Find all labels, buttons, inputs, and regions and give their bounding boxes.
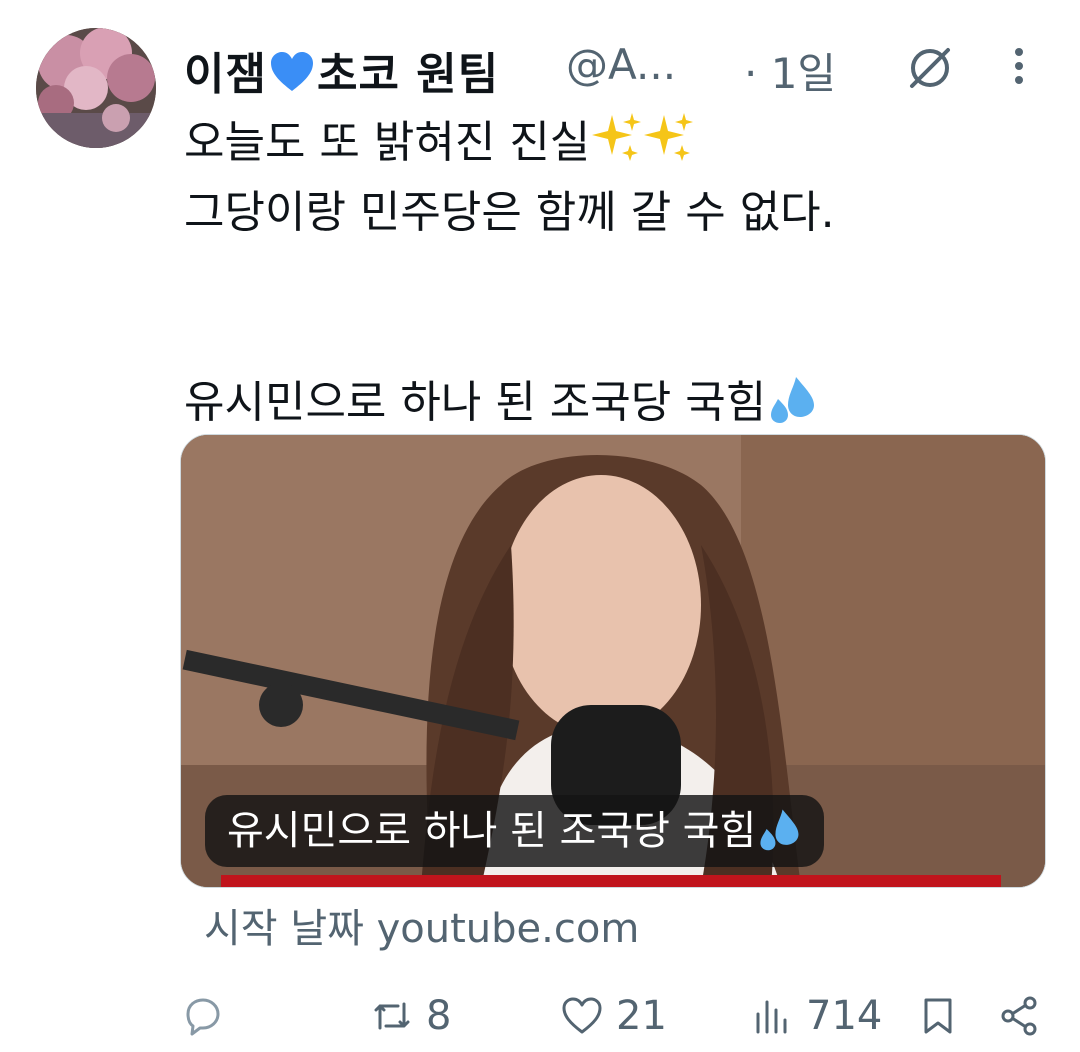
card-caption-text: 유시민으로 하나 된 조국당 국힘 [227,808,757,854]
tweet-text-line-2: 그당이랑 민주당은 함께 갈 수 없다. [184,187,835,238]
display-name-suffix: 초코 원팀 [316,49,500,100]
retweet-button[interactable]: 8 [370,986,451,1046]
timestamp[interactable]: · 1일 [744,40,836,101]
display-name-prefix: 이잼 [184,49,267,100]
like-icon [562,997,602,1034]
blue-heart-icon [270,52,313,91]
avatar[interactable] [36,28,156,148]
card-caption: 유시민으로 하나 된 조국당 국힘 [205,795,825,867]
tweet-text-blank [184,248,1044,318]
views-icon [756,1000,787,1034]
sweat-droplets-icon [771,377,815,423]
share-icon [1001,996,1037,1036]
link-card[interactable]: 유시민으로 하나 된 조국당 국힘 [180,434,1046,888]
tweet-text-line-3: 유시민으로 하나 된 조국당 국힘 [184,368,1044,438]
handle[interactable]: @A... [566,40,676,89]
display-name[interactable]: 이잼 초코 원팀 [184,38,499,102]
bookmark-icon [924,998,952,1034]
tweet-text-line-1-text: 오늘도 또 밝혀진 진실 [184,117,591,168]
reply-button[interactable] [180,986,236,1046]
share-button[interactable] [998,986,1054,1046]
bookmark-button[interactable] [916,986,972,1046]
sparkles-icon [644,113,694,161]
retweet-count: 8 [426,993,452,1039]
sparkles-icon [592,113,642,161]
reply-icon [186,998,220,1036]
like-button[interactable]: 21 [560,986,667,1046]
views-count: 714 [806,993,883,1039]
tweet-text-line-1: 오늘도 또 밝혀진 진실 [184,108,1044,178]
views-button[interactable]: 714 [750,986,882,1046]
card-source[interactable]: 시작 날짜 youtube.com [204,896,639,954]
like-count: 21 [616,993,667,1039]
tweet-text-line-3-text: 유시민으로 하나 된 조국당 국힘 [184,377,767,428]
grok-icon[interactable] [904,42,956,94]
more-icon[interactable] [1004,42,1034,94]
sweat-droplets-icon [760,809,799,851]
retweet-icon [374,1002,410,1030]
tweet-text: 오늘도 또 밝혀진 진실 그당이랑 민주당은 함께 갈 수 없다. 유시민으로 … [184,108,1044,438]
tweet-header: 이잼 초코 원팀 @A... · 1일 [184,30,1064,102]
action-bar: 8 21 714 [180,986,1060,1046]
